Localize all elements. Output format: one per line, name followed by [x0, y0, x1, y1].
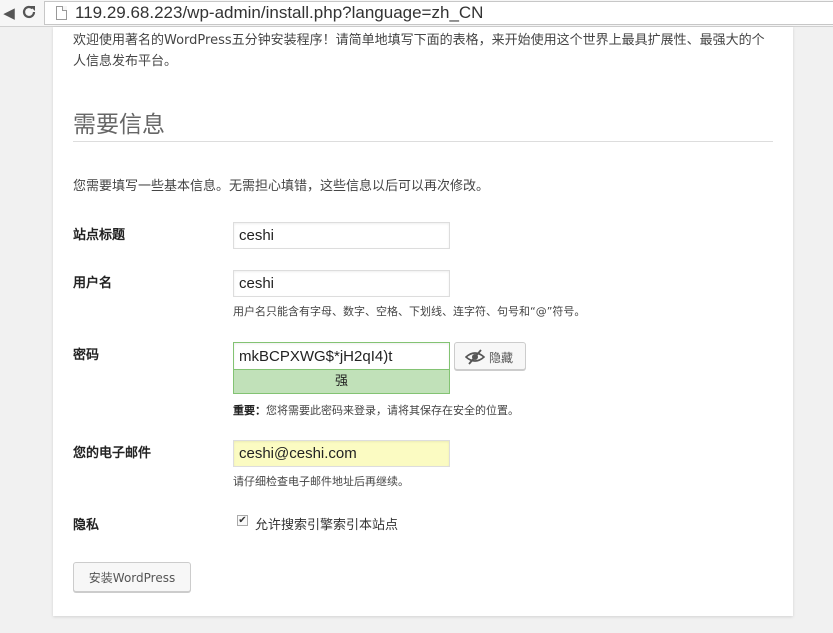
password-hint-bold: 重要：	[233, 404, 266, 417]
password-label: 密码	[73, 348, 100, 363]
intro-text: 欢迎使用著名的WordPress五分钟安装程序！请简单地填写下面的表格，来开始使…	[73, 33, 765, 69]
form-description: 您需要填写一些基本信息。无需担心填错，这些信息以后可以再次修改。	[73, 179, 490, 194]
browser-address-bar: ◀ 119.29.68.223/wp-admin/install.php?lan…	[0, 0, 833, 27]
password-strength-meter: 强	[233, 369, 450, 394]
install-panel: 欢迎使用著名的WordPress五分钟安装程序！请简单地填写下面的表格，来开始使…	[53, 27, 793, 616]
install-wordpress-button[interactable]: 安装WordPress	[73, 562, 191, 592]
privacy-label: 隐私	[73, 518, 100, 533]
site-title-label: 站点标题	[73, 228, 126, 243]
email-hint: 请仔细检查电子邮件地址后再继续。	[233, 475, 409, 488]
username-input[interactable]	[233, 270, 450, 297]
page-icon	[56, 6, 67, 20]
password-hint-text: 您将需要此密码来登录，请将其保存在安全的位置。	[266, 404, 519, 417]
password-input[interactable]	[233, 342, 450, 369]
reload-icon[interactable]	[20, 4, 38, 22]
section-heading: 需要信息	[73, 112, 165, 138]
username-label: 用户名	[73, 276, 113, 291]
site-title-input[interactable]	[233, 222, 450, 249]
email-input[interactable]	[233, 440, 450, 467]
hide-password-label: 隐藏	[489, 351, 514, 365]
eye-slash-icon	[465, 349, 485, 365]
heading-divider	[73, 141, 773, 142]
url-field[interactable]: 119.29.68.223/wp-admin/install.php?langu…	[44, 1, 833, 25]
url-text: 119.29.68.223/wp-admin/install.php?langu…	[75, 3, 484, 22]
search-engine-checkbox[interactable]: ✔	[237, 515, 248, 526]
email-label: 您的电子邮件	[73, 446, 152, 461]
username-hint: 用户名只能含有字母、数字、空格、下划线、连字符、句号和“@”符号。	[233, 305, 586, 318]
hide-password-button[interactable]: 隐藏	[454, 342, 526, 370]
password-hint: 重要：您将需要此密码来登录，请将其保存在安全的位置。	[233, 402, 519, 418]
search-engine-checkbox-label[interactable]: 允许搜索引擎索引本站点	[255, 514, 398, 533]
back-arrow-icon[interactable]: ◀	[0, 4, 18, 22]
